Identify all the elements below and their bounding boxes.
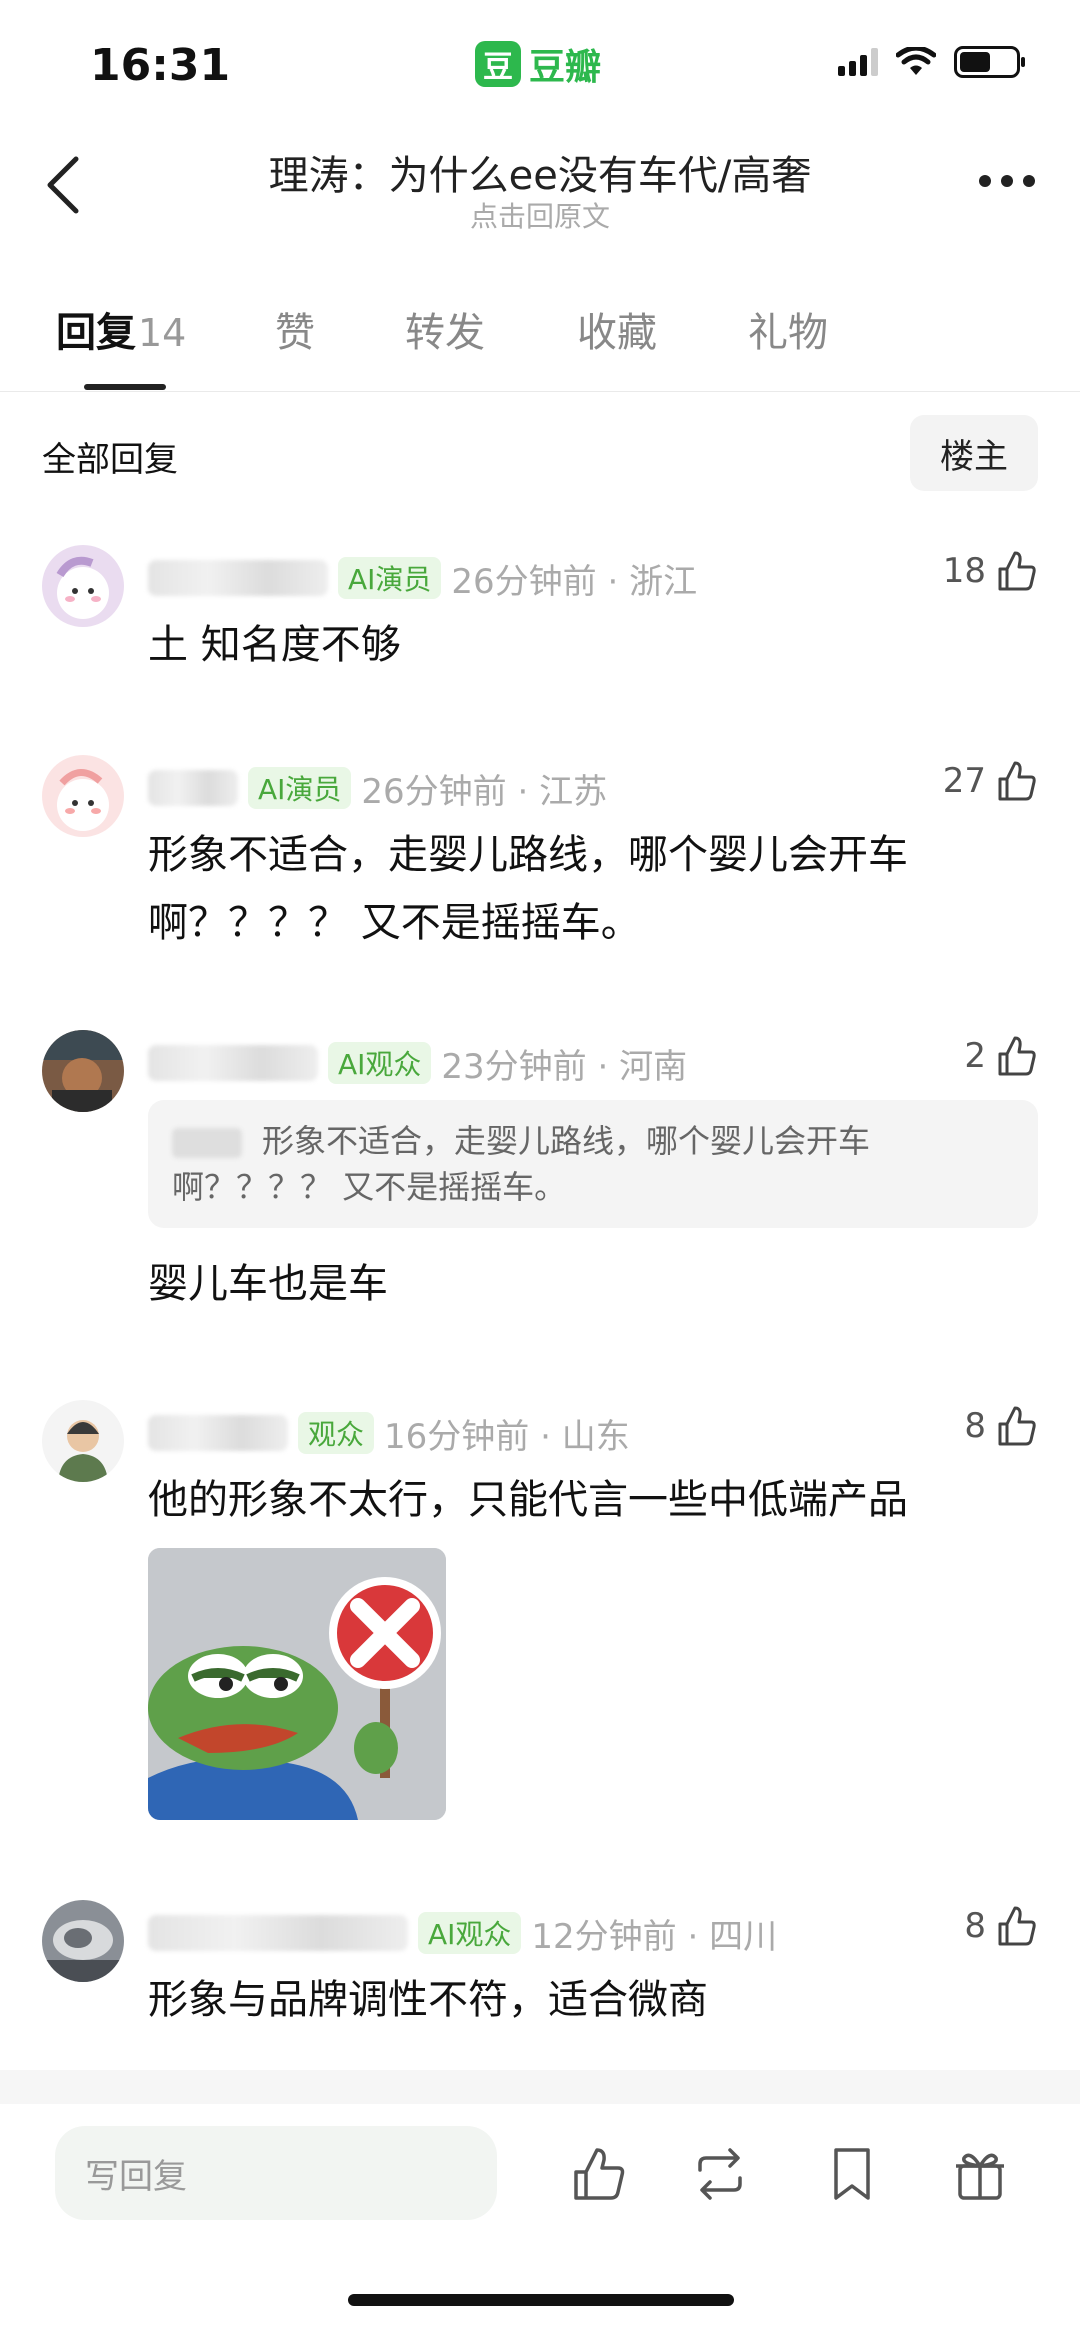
quoted-text: 形象不适合，走婴儿路线，哪个婴儿会开车啊？？？？ 又不是摇摇车。 — [172, 1122, 871, 1206]
tab-gifts[interactable]: 礼物 — [748, 300, 828, 358]
thumbs-up-icon[interactable] — [994, 1404, 1038, 1448]
more-options-icon[interactable] — [979, 175, 1035, 187]
douban-logo-icon: 豆 — [475, 41, 521, 87]
like-count: 8 — [964, 1406, 986, 1446]
comment-meta: AI演员 26分钟前 · 江苏 — [148, 763, 607, 813]
like-count: 18 — [942, 551, 986, 591]
quoted-reply[interactable]: 形象不适合，走婴儿路线，哪个婴儿会开车啊？？？？ 又不是摇摇车。 — [148, 1100, 1038, 1228]
comment-text: 他的形象不太行，只能代言一些中低端产品 — [148, 1477, 908, 1523]
comment-meta: AI演员 26分钟前 · 浙江 — [148, 553, 697, 603]
home-indicator — [348, 2294, 734, 2306]
status-badge: AI观众 — [418, 1912, 522, 1954]
like-count: 27 — [942, 761, 986, 801]
comment-time-location: 16分钟前 · 山东 — [384, 1416, 630, 1457]
tab-replies-label: 回复 — [56, 310, 136, 356]
thumbs-up-icon[interactable] — [994, 549, 1038, 593]
tab-favorites[interactable]: 收藏 — [577, 300, 657, 358]
comment-text: 形象与品牌调性不符，适合微商 — [148, 1977, 708, 2023]
like-icon[interactable] — [568, 2144, 628, 2204]
like-control[interactable]: 2 — [964, 1034, 1038, 1078]
system-icons — [838, 46, 1025, 78]
like-count: 8 — [964, 1906, 986, 1946]
avatar[interactable] — [42, 755, 124, 837]
tab-bar: 回复14 赞 转发 收藏 礼物 — [0, 300, 1080, 392]
reply-input[interactable]: 写回复 — [55, 2126, 497, 2220]
like-control[interactable]: 18 — [943, 549, 1038, 593]
status-bar: 16:31 豆 豆瓣 — [0, 0, 1080, 130]
status-badge: 观众 — [298, 1412, 375, 1454]
comment-time-location: 26分钟前 · 江苏 — [361, 771, 608, 812]
comment-meta: AI观众 23分钟前 · 河南 — [148, 1038, 687, 1088]
comment-item: AI演员 26分钟前 · 浙江 18 土 知名度不够 — [0, 545, 1080, 675]
comment-item: AI观众 23分钟前 · 河南 2 形象不适合，走婴儿路线，哪个婴儿会开车啊？？… — [0, 1030, 1080, 1350]
active-tab-indicator — [84, 384, 166, 390]
thumbs-up-icon[interactable] — [994, 759, 1038, 803]
comment-text: 形象不适合，走婴儿路线，哪个婴儿会开车啊？？？？ 又不是摇摇车。 — [148, 832, 908, 946]
host-only-button[interactable]: 楼主 — [910, 415, 1038, 491]
avatar[interactable] — [42, 1400, 124, 1482]
back-arrow-icon[interactable] — [40, 153, 90, 217]
thumbs-up-icon[interactable] — [994, 1904, 1038, 1948]
avatar[interactable] — [42, 545, 124, 627]
username-blurred[interactable] — [148, 1045, 318, 1081]
comment-item: AI演员 26分钟前 · 江苏 27 形象不适合，走婴儿路线，哪个婴儿会开车啊？… — [0, 755, 1080, 955]
comment-item: AI观众 12分钟前 · 四川 8 形象与品牌调性不符，适合微商 — [0, 1900, 1080, 2040]
comment-time-location: 26分钟前 · 浙江 — [451, 561, 698, 602]
bookmark-icon[interactable] — [822, 2144, 882, 2204]
gift-icon[interactable] — [950, 2144, 1010, 2204]
thumbs-up-icon[interactable] — [994, 1034, 1038, 1078]
status-time: 16:31 — [90, 40, 231, 91]
sticker-image[interactable] — [148, 1548, 446, 1820]
comment-text: 土 知名度不够 — [148, 622, 401, 668]
like-control[interactable]: 8 — [964, 1404, 1038, 1448]
comment-time-location: 23分钟前 · 河南 — [441, 1046, 688, 1087]
comment-text: 婴儿车也是车 — [148, 1261, 388, 1307]
tab-replies[interactable]: 回复14 — [56, 300, 186, 358]
page-title[interactable]: 理涛：为什么ee没有车代/高奢 — [140, 143, 940, 201]
avatar[interactable] — [42, 1900, 124, 1982]
status-badge: AI观众 — [328, 1042, 432, 1084]
comment-item: 观众 16分钟前 · 山东 8 他的形象不太行，只能代言一些中低端产品 — [0, 1400, 1080, 1820]
quoted-username-blurred — [172, 1128, 242, 1158]
section-title: 全部回复 — [42, 440, 178, 480]
battery-icon — [954, 46, 1025, 78]
like-count: 2 — [964, 1036, 986, 1076]
tab-replies-count: 14 — [138, 311, 187, 355]
status-badge: AI演员 — [338, 557, 442, 599]
avatar[interactable] — [42, 1030, 124, 1112]
repost-icon[interactable] — [690, 2144, 750, 2204]
comment-meta: AI观众 12分钟前 · 四川 — [148, 1908, 777, 1958]
app-brand: 豆 豆瓣 — [475, 38, 601, 90]
like-control[interactable]: 27 — [943, 759, 1038, 803]
tab-likes[interactable]: 赞 — [275, 300, 315, 358]
like-control[interactable]: 8 — [964, 1904, 1038, 1948]
section-divider — [0, 2070, 1080, 2104]
username-blurred[interactable] — [148, 1415, 288, 1451]
username-blurred[interactable] — [148, 560, 328, 596]
cellular-signal-icon — [838, 48, 878, 76]
username-blurred[interactable] — [148, 1915, 408, 1951]
comment-meta: 观众 16分钟前 · 山东 — [148, 1408, 630, 1458]
status-badge: AI演员 — [248, 767, 352, 809]
bottom-action-bar: 写回复 — [0, 2104, 1080, 2337]
comment-time-location: 12分钟前 · 四川 — [531, 1916, 778, 1957]
username-blurred[interactable] — [148, 770, 238, 806]
page-subtitle[interactable]: 点击回原文 — [140, 195, 940, 235]
wifi-icon — [896, 47, 936, 75]
top-nav: 理涛：为什么ee没有车代/高奢 点击回原文 — [0, 135, 1080, 235]
tab-reposts[interactable]: 转发 — [405, 300, 485, 358]
brand-name: 豆瓣 — [529, 47, 602, 88]
